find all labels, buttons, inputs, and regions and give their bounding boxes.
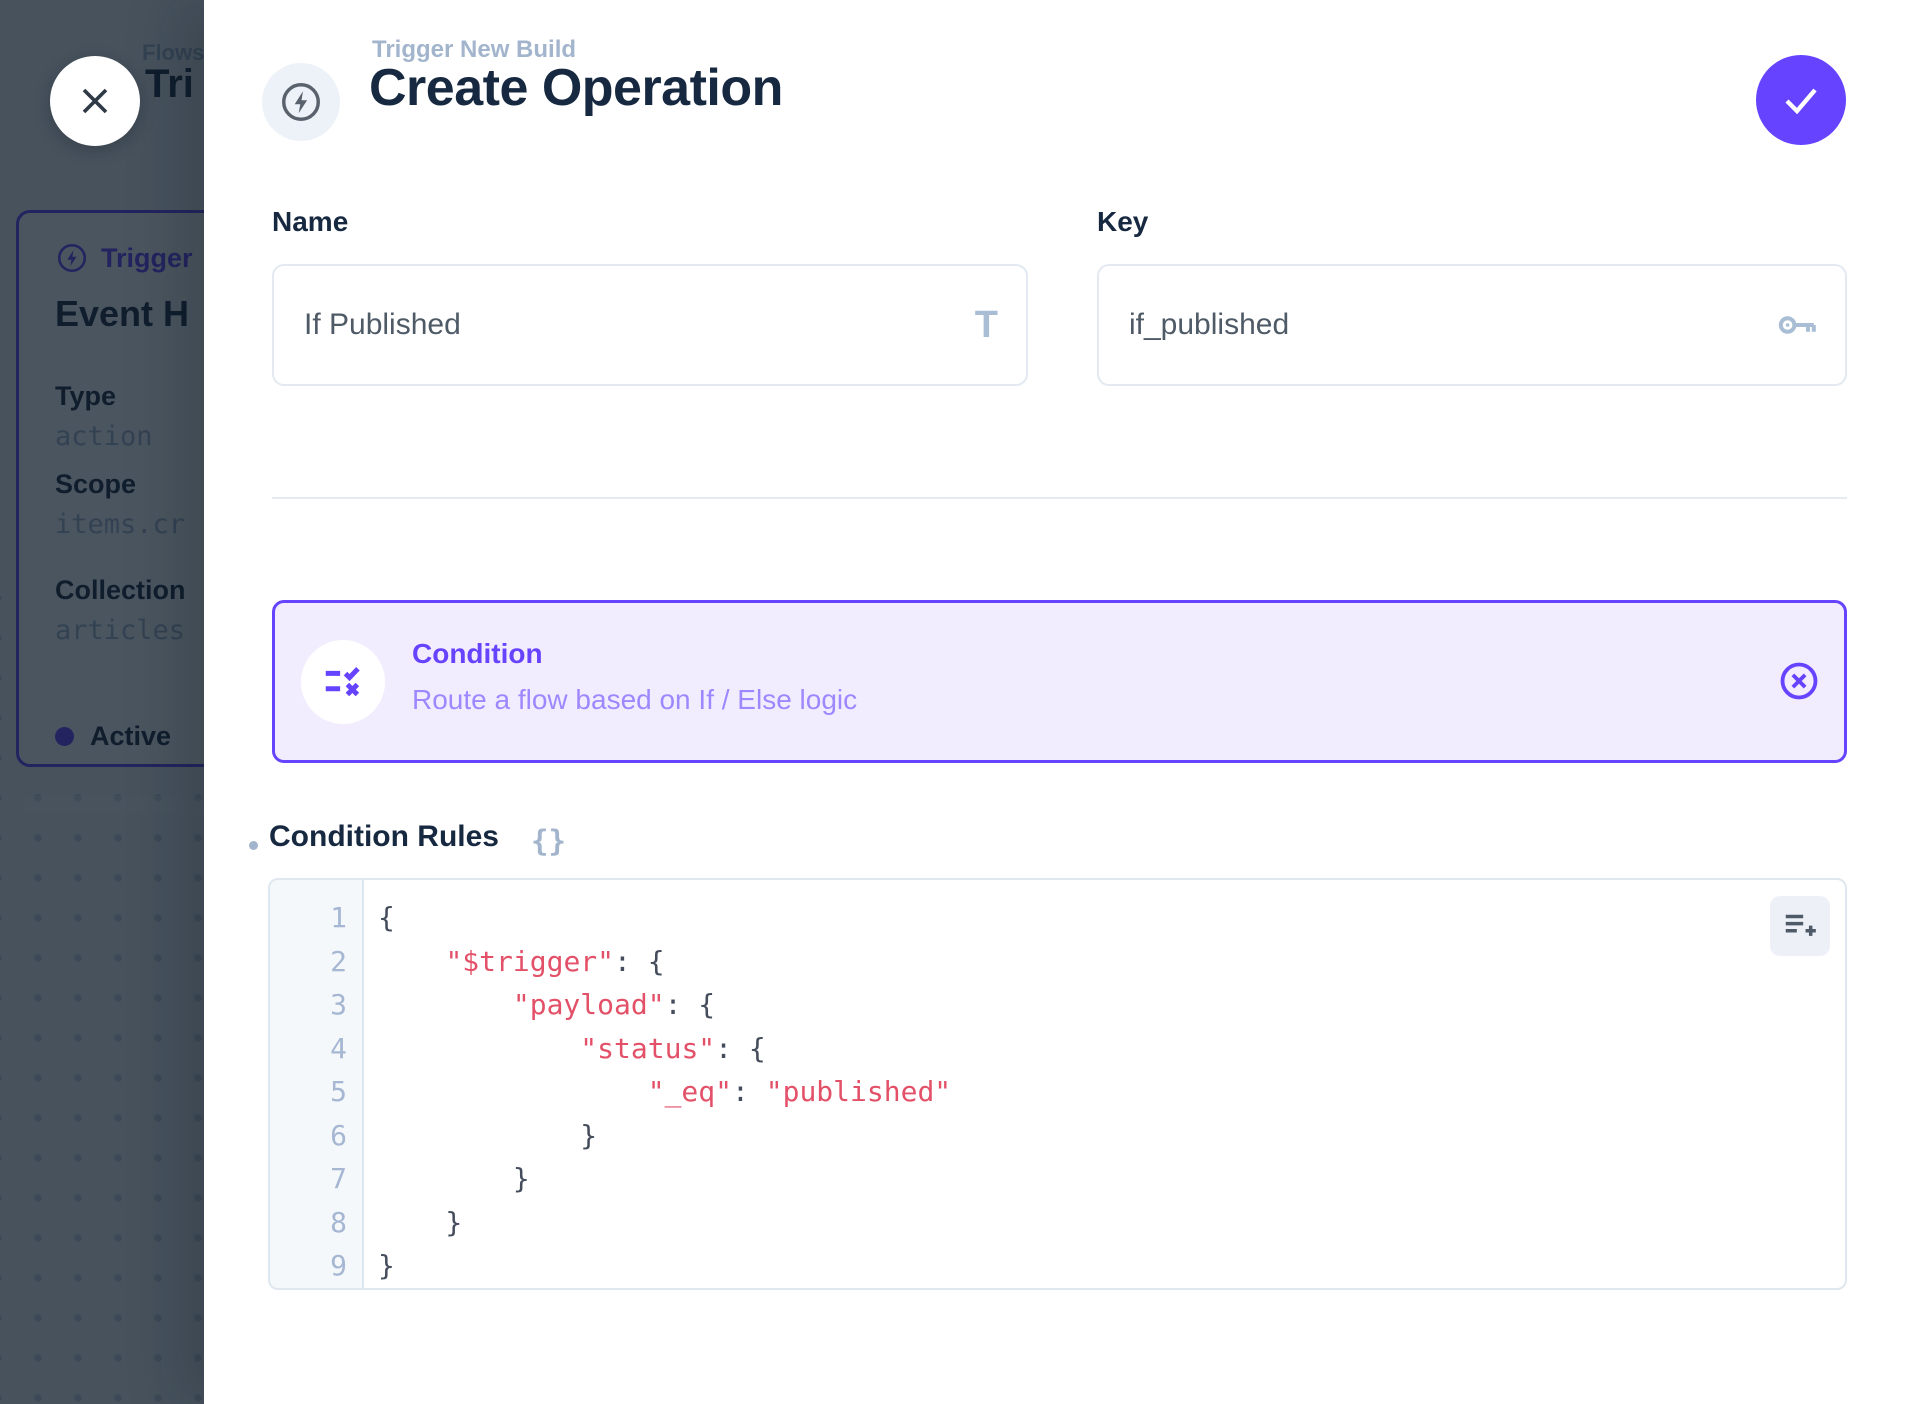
- rule-icon: [320, 659, 366, 705]
- key-icon: [1773, 301, 1845, 349]
- line-number: 8: [270, 1201, 362, 1245]
- condition-rules-editor[interactable]: 123456789 { "$trigger": { "payload": { "…: [268, 878, 1847, 1290]
- raw-value-icon: {}: [531, 824, 566, 858]
- line-number: 3: [270, 983, 362, 1027]
- close-drawer-button[interactable]: [50, 56, 140, 146]
- line-number: 1: [270, 896, 362, 940]
- flows-operation-drawer-screen: Flows Tri Trigger Event H Type action Sc…: [0, 0, 1906, 1404]
- line-number: 9: [270, 1244, 362, 1288]
- code-lines: { "$trigger": { "payload": { "status": {…: [364, 880, 1845, 1288]
- name-input-field[interactable]: [274, 308, 975, 342]
- condition-subtitle: Route a flow based on If / Else logic: [412, 684, 857, 716]
- bolt-circle-icon: [278, 79, 324, 125]
- playlist-add-icon: [1781, 907, 1819, 945]
- line-number: 6: [270, 1114, 362, 1158]
- code-line: }: [364, 1201, 1845, 1245]
- backdrop-page: Flows Tri Trigger Event H Type action Sc…: [0, 0, 204, 1404]
- code-line: "status": {: [364, 1027, 1845, 1071]
- key-input[interactable]: [1097, 264, 1847, 386]
- key-field-label: Key: [1097, 206, 1148, 238]
- code-line: "payload": {: [364, 983, 1845, 1027]
- condition-icon-circle: [301, 640, 385, 724]
- line-number: 7: [270, 1157, 362, 1201]
- line-number-gutter: 123456789: [270, 880, 364, 1288]
- remove-operation-button[interactable]: [1776, 658, 1822, 704]
- condition-title: Condition: [412, 638, 543, 670]
- code-line: }: [364, 1244, 1845, 1288]
- edited-dot: [249, 841, 258, 850]
- line-number: 4: [270, 1027, 362, 1071]
- key-input-field[interactable]: [1099, 308, 1773, 342]
- code-line: }: [364, 1114, 1845, 1158]
- condition-rules-heading: Condition Rules: [269, 820, 499, 854]
- drawer-title: Create Operation: [369, 58, 783, 118]
- text-type-icon: T: [975, 306, 1026, 344]
- save-button[interactable]: [1756, 55, 1846, 145]
- modal-dim-overlay[interactable]: [0, 0, 204, 1404]
- edit-raw-value-button[interactable]: [1770, 896, 1830, 956]
- operation-type-icon-circle: [262, 63, 340, 141]
- code-line: }: [364, 1157, 1845, 1201]
- line-number: 2: [270, 940, 362, 984]
- name-input[interactable]: T: [272, 264, 1028, 386]
- code-body: 123456789 { "$trigger": { "payload": { "…: [270, 880, 1845, 1288]
- cancel-icon: [1776, 658, 1822, 704]
- section-divider: [272, 497, 1847, 499]
- code-line: "$trigger": {: [364, 940, 1845, 984]
- name-field-label: Name: [272, 206, 348, 238]
- code-line: "_eq": "published": [364, 1070, 1845, 1114]
- line-number: 5: [270, 1070, 362, 1114]
- condition-operation-card[interactable]: [272, 600, 1847, 763]
- close-icon: [73, 79, 117, 123]
- check-icon: [1777, 76, 1825, 124]
- code-line: {: [364, 896, 1845, 940]
